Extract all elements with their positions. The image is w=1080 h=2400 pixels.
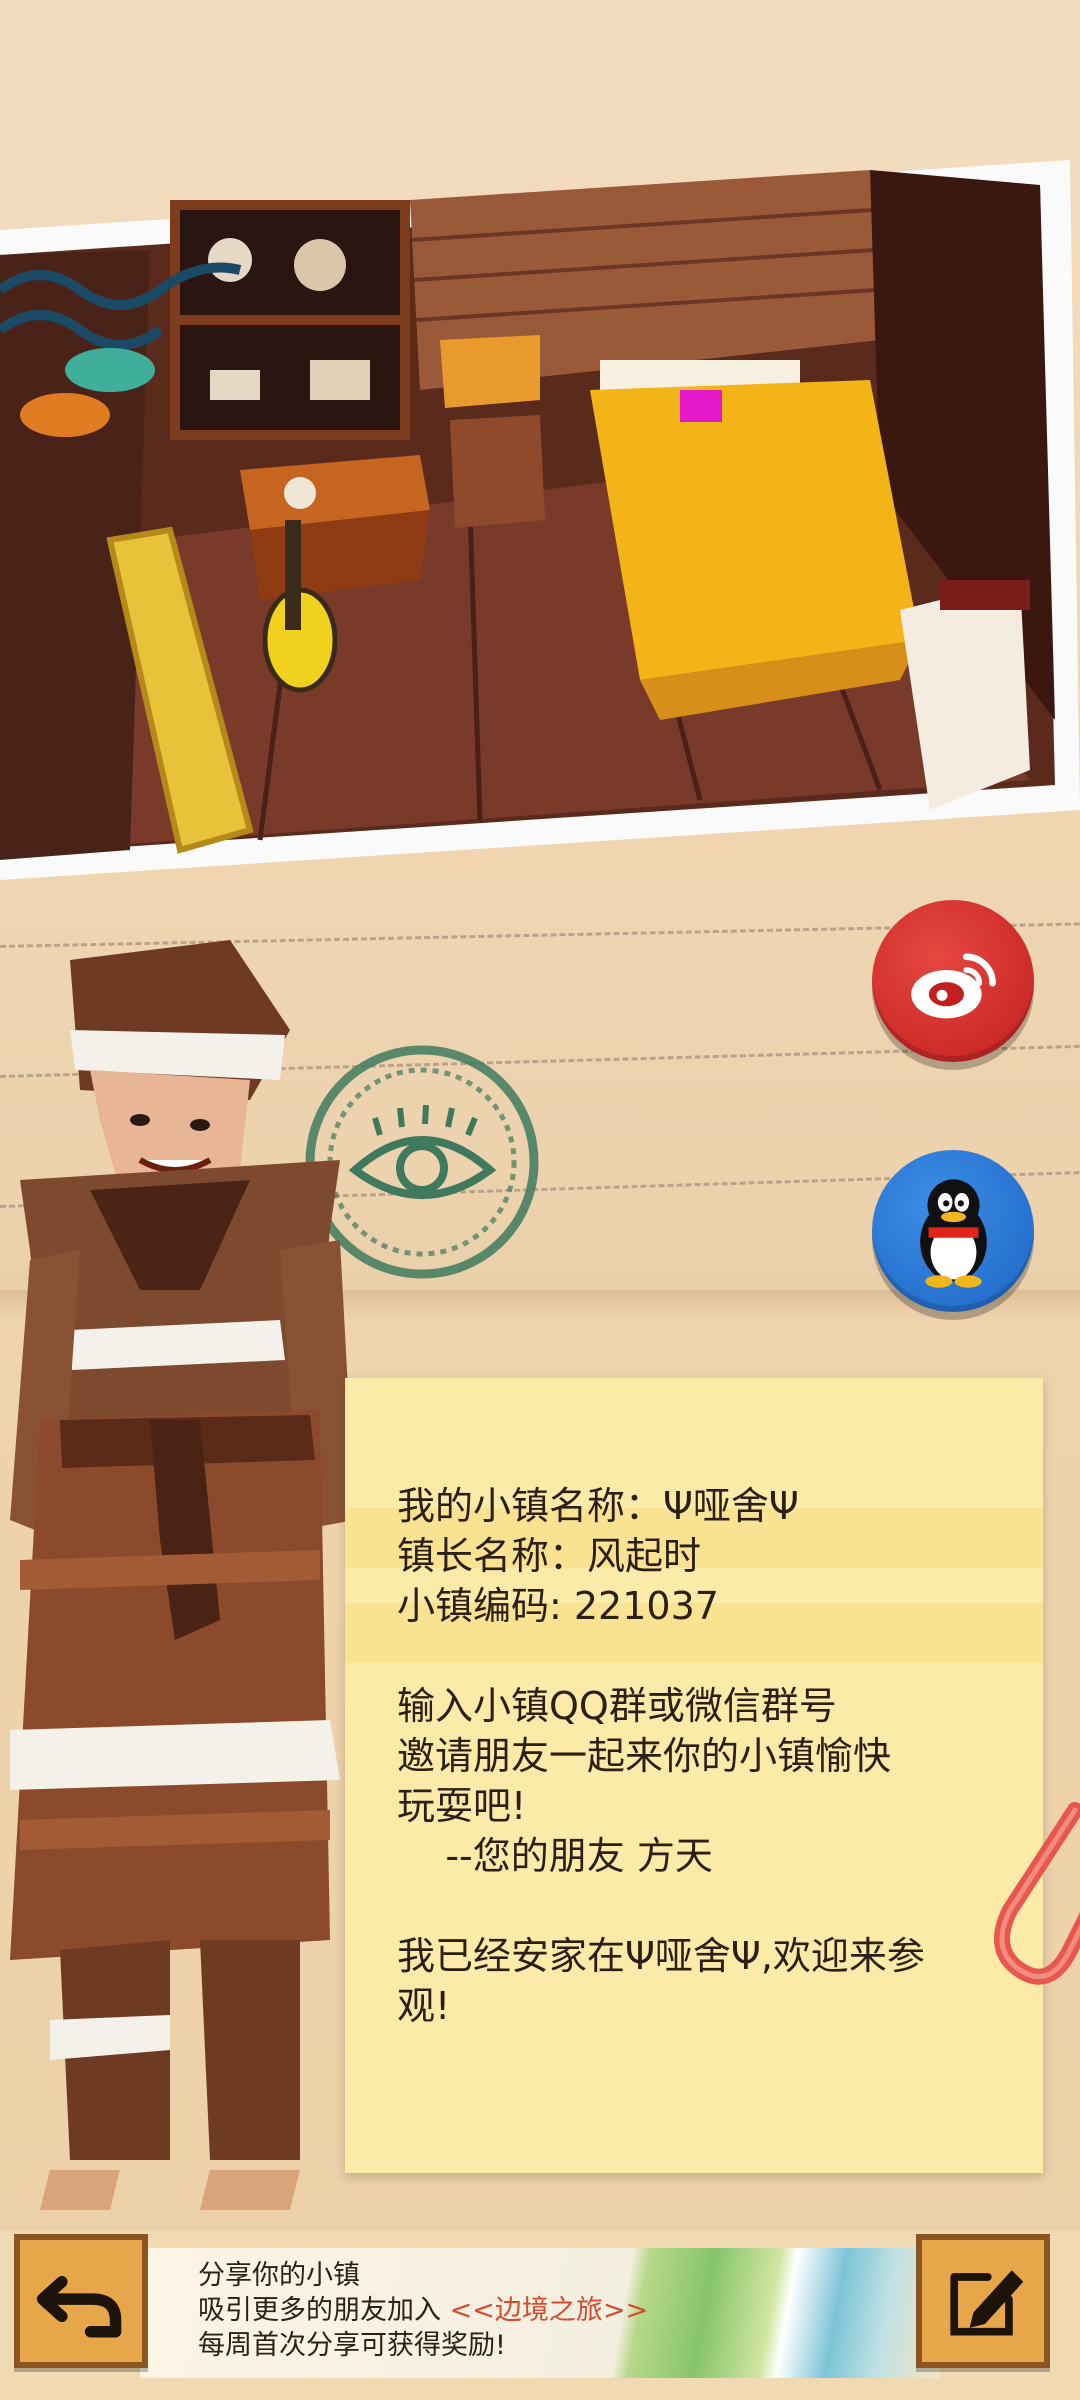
town-room-photo [0,160,1080,880]
villager-character [0,920,370,2220]
town-name-line: 我的小镇名称：Ψ哑舍Ψ [397,1484,799,1528]
tip-line-3: 每周首次分享可获得奖励! [198,2330,506,2361]
edit-pencil-icon [950,2270,1024,2336]
paper-clip-icon [980,1800,1080,2010]
tip-line-2-prefix: 吸引更多的朋友加入 [198,2295,450,2326]
share-tip-text: 分享你的小镇 吸引更多的朋友加入 <<边境之旅>> 每周首次分享可获得奖励! [198,2258,648,2363]
game-title-link: <<边境之旅>> [449,2295,649,2326]
edit-button[interactable] [916,2234,1050,2368]
back-button[interactable] [14,2234,148,2368]
settled-line-1: 我已经安家在Ψ哑舍Ψ,欢迎来参 [397,1934,925,1978]
weibo-share-button[interactable] [872,900,1034,1062]
share-note-card: 我的小镇名称：Ψ哑舍Ψ 镇长名称：风起时 小镇编码: 221037 输入小镇QQ… [345,1378,1043,2173]
note-spacer [397,1631,1003,1681]
town-code-line: 小镇编码: 221037 [397,1584,719,1628]
qq-share-button[interactable] [872,1150,1034,1312]
weibo-icon [911,953,996,1019]
settled-line-2: 观! [397,1984,451,2028]
back-arrow-icon [36,2276,122,2338]
tip-line-2: 吸引更多的朋友加入 <<边境之旅>> [198,2293,648,2328]
share-town-page: 我的小镇名称：Ψ哑舍Ψ 镇长名称：风起时 小镇编码: 221037 输入小镇QQ… [0,0,1080,2400]
signature-line: --您的朋友 方天 [397,1834,713,1878]
invite-line-2: 邀请朋友一起来你的小镇愉快 [397,1734,892,1778]
qq-penguin-icon [919,1178,987,1288]
note-spacer [397,1881,1003,1931]
invite-line-1: 输入小镇QQ群或微信群号 [397,1684,837,1728]
invite-line-3: 玩耍吧! [397,1784,527,1828]
tip-line-1: 分享你的小镇 [198,2260,360,2291]
mayor-name-line: 镇长名称：风起时 [397,1534,702,1578]
note-text: 我的小镇名称：Ψ哑舍Ψ 镇长名称：风起时 小镇编码: 221037 输入小镇QQ… [397,1481,1003,2031]
